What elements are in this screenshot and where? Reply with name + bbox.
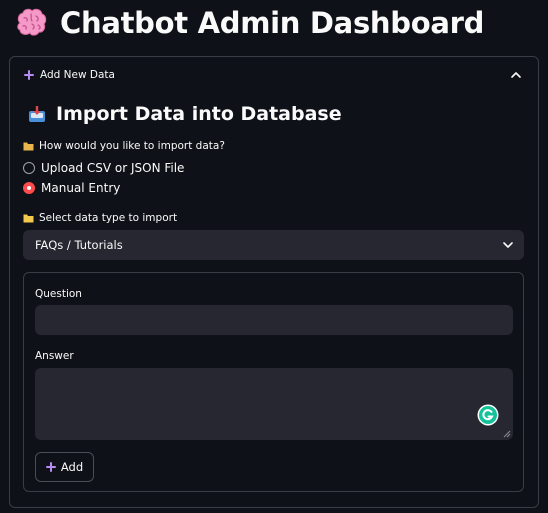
add-data-expander: Add New Data Import Data into Database H… bbox=[9, 56, 539, 508]
add-button[interactable]: Add bbox=[35, 452, 94, 482]
inbox-tray-icon bbox=[29, 106, 45, 122]
import-method-label: How would you like to import data? bbox=[23, 140, 225, 152]
plus-icon bbox=[24, 70, 34, 80]
import-method-label-text: How would you like to import data? bbox=[39, 140, 225, 152]
question-input[interactable] bbox=[35, 305, 513, 335]
chevron-down-icon[interactable] bbox=[502, 239, 514, 251]
app-root: Chatbot Admin Dashboard Add New Data Imp… bbox=[0, 0, 548, 513]
radio-upload-file[interactable]: Upload CSV or JSON File bbox=[23, 161, 184, 175]
radio-label: Upload CSV or JSON File bbox=[41, 161, 185, 175]
answer-textarea[interactable] bbox=[35, 368, 513, 440]
brain-icon bbox=[17, 8, 47, 36]
radio-label: Manual Entry bbox=[41, 181, 121, 195]
plus-icon bbox=[45, 462, 56, 472]
expander-label: Add New Data bbox=[40, 69, 115, 81]
question-label: Question bbox=[35, 288, 82, 300]
title-row: Chatbot Admin Dashboard bbox=[14, 4, 484, 42]
radio-circle-selected[interactable] bbox=[23, 182, 35, 194]
page-title: Chatbot Admin Dashboard bbox=[60, 6, 485, 40]
chevron-up-icon[interactable] bbox=[510, 69, 522, 81]
resize-handle[interactable] bbox=[503, 430, 511, 438]
section-title: Import Data into Database bbox=[56, 103, 342, 125]
radio-circle[interactable] bbox=[23, 162, 35, 174]
folder-icon bbox=[23, 214, 34, 223]
grammarly-icon[interactable] bbox=[477, 404, 499, 426]
folder-icon bbox=[23, 142, 34, 151]
data-type-label-text: Select data type to import bbox=[39, 212, 178, 224]
expander-header[interactable]: Add New Data bbox=[10, 57, 538, 93]
radio-manual-entry[interactable]: Manual Entry bbox=[23, 181, 120, 195]
data-type-select[interactable]: FAQs / Tutorials bbox=[23, 230, 524, 260]
entry-form: Question Answer Add bbox=[23, 272, 524, 492]
select-value: FAQs / Tutorials bbox=[35, 238, 123, 252]
section-title-row: Import Data into Database bbox=[28, 100, 342, 128]
data-type-label: Select data type to import bbox=[23, 212, 177, 224]
add-button-label: Add bbox=[60, 460, 84, 474]
answer-label: Answer bbox=[35, 350, 74, 362]
